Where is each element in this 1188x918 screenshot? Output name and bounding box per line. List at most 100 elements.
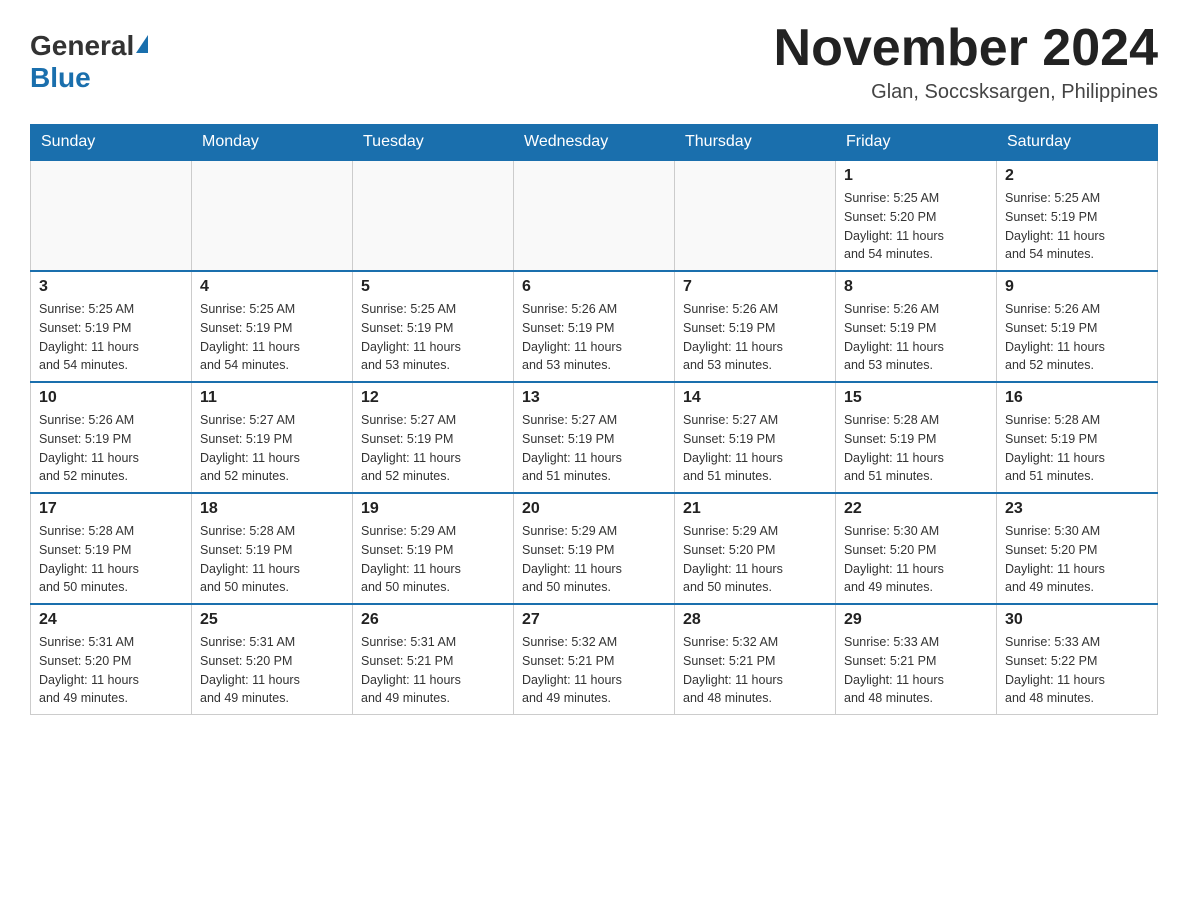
day-info: Sunrise: 5:25 AMSunset: 5:19 PMDaylight:… — [39, 300, 183, 375]
calendar-body: 1Sunrise: 5:25 AMSunset: 5:20 PMDaylight… — [31, 160, 1158, 715]
day-number: 13 — [522, 389, 666, 407]
day-info: Sunrise: 5:31 AMSunset: 5:20 PMDaylight:… — [200, 633, 344, 708]
calendar-cell — [353, 160, 514, 271]
day-number: 16 — [1005, 389, 1149, 407]
calendar-cell: 4 Sunrise: 5:25 AMSunset: 5:19 PMDaylight… — [192, 271, 353, 382]
calendar-cell: 6 Sunrise: 5:26 AMSunset: 5:19 PMDaylight… — [514, 271, 675, 382]
week-row-2: 3 Sunrise: 5:25 AMSunset: 5:19 PMDaylight… — [31, 271, 1158, 382]
calendar-cell: 8Sunrise: 5:26 AMSunset: 5:19 PMDaylight… — [836, 271, 997, 382]
day-number: 8 — [844, 278, 988, 296]
weekday-header-friday: Friday — [836, 125, 997, 161]
calendar-cell: 28 Sunrise: 5:32 AMSunset: 5:21 PMDayligh… — [675, 604, 836, 715]
day-info: Sunrise: 5:25 AMSunset: 5:19 PMDaylight:… — [1005, 189, 1149, 264]
location: Glan, Soccsksargen, Philippines — [774, 81, 1158, 104]
calendar-cell: 30 Sunrise: 5:33 AMSunset: 5:22 PMDayligh… — [997, 604, 1158, 715]
day-info: Sunrise: 5:27 AMSunset: 5:19 PMDaylight:… — [522, 411, 666, 486]
logo-triangle-icon — [136, 35, 148, 53]
weekday-header-monday: Monday — [192, 125, 353, 161]
day-info: Sunrise: 5:28 AMSunset: 5:19 PMDaylight:… — [200, 522, 344, 597]
calendar-cell: 22 Sunrise: 5:30 AMSunset: 5:20 PMDayligh… — [836, 493, 997, 604]
day-number: 4 — [200, 278, 344, 296]
day-info: Sunrise: 5:28 AMSunset: 5:19 PMDaylight:… — [844, 411, 988, 486]
day-number: 1 — [844, 167, 988, 185]
day-number: 14 — [683, 389, 827, 407]
week-row-5: 24Sunrise: 5:31 AMSunset: 5:20 PMDayligh… — [31, 604, 1158, 715]
day-number: 23 — [1005, 500, 1149, 518]
logo-general: General Blue — [30, 30, 148, 94]
title-section: November 2024 Glan, Soccsksargen, Philip… — [774, 20, 1158, 104]
day-number: 22 — [844, 500, 988, 518]
week-row-4: 17 Sunrise: 5:28 AMSunset: 5:19 PMDayligh… — [31, 493, 1158, 604]
calendar-cell: 24Sunrise: 5:31 AMSunset: 5:20 PMDayligh… — [31, 604, 192, 715]
day-number: 5 — [361, 278, 505, 296]
day-info: Sunrise: 5:29 AMSunset: 5:20 PMDaylight:… — [683, 522, 827, 597]
weekday-header-row: SundayMondayTuesdayWednesdayThursdayFrid… — [31, 125, 1158, 161]
weekday-header-saturday: Saturday — [997, 125, 1158, 161]
calendar-cell — [192, 160, 353, 271]
calendar-cell: 27 Sunrise: 5:32 AMSunset: 5:21 PMDayligh… — [514, 604, 675, 715]
day-number: 27 — [522, 611, 666, 629]
day-info: Sunrise: 5:31 AMSunset: 5:20 PMDaylight:… — [39, 633, 183, 708]
day-info: Sunrise: 5:25 AMSunset: 5:19 PMDaylight:… — [361, 300, 505, 375]
logo: General Blue — [30, 20, 148, 94]
day-number: 17 — [39, 500, 183, 518]
calendar-cell: 11 Sunrise: 5:27 AMSunset: 5:19 PMDayligh… — [192, 382, 353, 493]
calendar-cell: 9 Sunrise: 5:26 AMSunset: 5:19 PMDaylight… — [997, 271, 1158, 382]
day-info: Sunrise: 5:26 AMSunset: 5:19 PMDaylight:… — [1005, 300, 1149, 375]
day-number: 10 — [39, 389, 183, 407]
calendar-cell: 16 Sunrise: 5:28 AMSunset: 5:19 PMDayligh… — [997, 382, 1158, 493]
day-info: Sunrise: 5:28 AMSunset: 5:19 PMDaylight:… — [39, 522, 183, 597]
weekday-header-tuesday: Tuesday — [353, 125, 514, 161]
weekday-header-thursday: Thursday — [675, 125, 836, 161]
weekday-header-sunday: Sunday — [31, 125, 192, 161]
day-number: 3 — [39, 278, 183, 296]
day-info: Sunrise: 5:26 AMSunset: 5:19 PMDaylight:… — [522, 300, 666, 375]
calendar-cell: 21Sunrise: 5:29 AMSunset: 5:20 PMDayligh… — [675, 493, 836, 604]
day-number: 26 — [361, 611, 505, 629]
day-number: 18 — [200, 500, 344, 518]
day-number: 30 — [1005, 611, 1149, 629]
day-info: Sunrise: 5:33 AMSunset: 5:21 PMDaylight:… — [844, 633, 988, 708]
day-number: 12 — [361, 389, 505, 407]
calendar-cell: 3 Sunrise: 5:25 AMSunset: 5:19 PMDaylight… — [31, 271, 192, 382]
day-number: 20 — [522, 500, 666, 518]
weekday-header-wednesday: Wednesday — [514, 125, 675, 161]
day-info: Sunrise: 5:26 AMSunset: 5:19 PMDaylight:… — [683, 300, 827, 375]
calendar-cell: 12Sunrise: 5:27 AMSunset: 5:19 PMDayligh… — [353, 382, 514, 493]
calendar-cell: 23 Sunrise: 5:30 AMSunset: 5:20 PMDayligh… — [997, 493, 1158, 604]
calendar-cell: 29 Sunrise: 5:33 AMSunset: 5:21 PMDayligh… — [836, 604, 997, 715]
day-number: 19 — [361, 500, 505, 518]
day-number: 29 — [844, 611, 988, 629]
calendar-cell: 26Sunrise: 5:31 AMSunset: 5:21 PMDayligh… — [353, 604, 514, 715]
day-number: 28 — [683, 611, 827, 629]
calendar-cell — [514, 160, 675, 271]
day-number: 2 — [1005, 167, 1149, 185]
day-info: Sunrise: 5:30 AMSunset: 5:20 PMDaylight:… — [844, 522, 988, 597]
day-number: 15 — [844, 389, 988, 407]
day-info: Sunrise: 5:25 AMSunset: 5:19 PMDaylight:… — [200, 300, 344, 375]
day-info: Sunrise: 5:26 AMSunset: 5:19 PMDaylight:… — [39, 411, 183, 486]
day-info: Sunrise: 5:30 AMSunset: 5:20 PMDaylight:… — [1005, 522, 1149, 597]
day-number: 6 — [522, 278, 666, 296]
calendar-cell: 20 Sunrise: 5:29 AMSunset: 5:19 PMDayligh… — [514, 493, 675, 604]
day-info: Sunrise: 5:32 AMSunset: 5:21 PMDaylight:… — [683, 633, 827, 708]
month-title: November 2024 — [774, 20, 1158, 77]
calendar-cell: 7Sunrise: 5:26 AMSunset: 5:19 PMDaylight… — [675, 271, 836, 382]
page-header: General Blue November 2024 Glan, Soccsks… — [30, 20, 1158, 104]
calendar-table: SundayMondayTuesdayWednesdayThursdayFrid… — [30, 124, 1158, 715]
day-info: Sunrise: 5:33 AMSunset: 5:22 PMDaylight:… — [1005, 633, 1149, 708]
calendar-cell: 5 Sunrise: 5:25 AMSunset: 5:19 PMDaylight… — [353, 271, 514, 382]
day-info: Sunrise: 5:28 AMSunset: 5:19 PMDaylight:… — [1005, 411, 1149, 486]
calendar-cell: 2 Sunrise: 5:25 AMSunset: 5:19 PMDaylight… — [997, 160, 1158, 271]
calendar-cell: 17 Sunrise: 5:28 AMSunset: 5:19 PMDayligh… — [31, 493, 192, 604]
day-info: Sunrise: 5:27 AMSunset: 5:19 PMDaylight:… — [200, 411, 344, 486]
day-info: Sunrise: 5:32 AMSunset: 5:21 PMDaylight:… — [522, 633, 666, 708]
day-number: 11 — [200, 389, 344, 407]
day-info: Sunrise: 5:29 AMSunset: 5:19 PMDaylight:… — [522, 522, 666, 597]
calendar-cell: 14Sunrise: 5:27 AMSunset: 5:19 PMDayligh… — [675, 382, 836, 493]
day-number: 25 — [200, 611, 344, 629]
week-row-1: 1Sunrise: 5:25 AMSunset: 5:20 PMDaylight… — [31, 160, 1158, 271]
day-number: 9 — [1005, 278, 1149, 296]
calendar-cell — [31, 160, 192, 271]
calendar-cell: 1Sunrise: 5:25 AMSunset: 5:20 PMDaylight… — [836, 160, 997, 271]
